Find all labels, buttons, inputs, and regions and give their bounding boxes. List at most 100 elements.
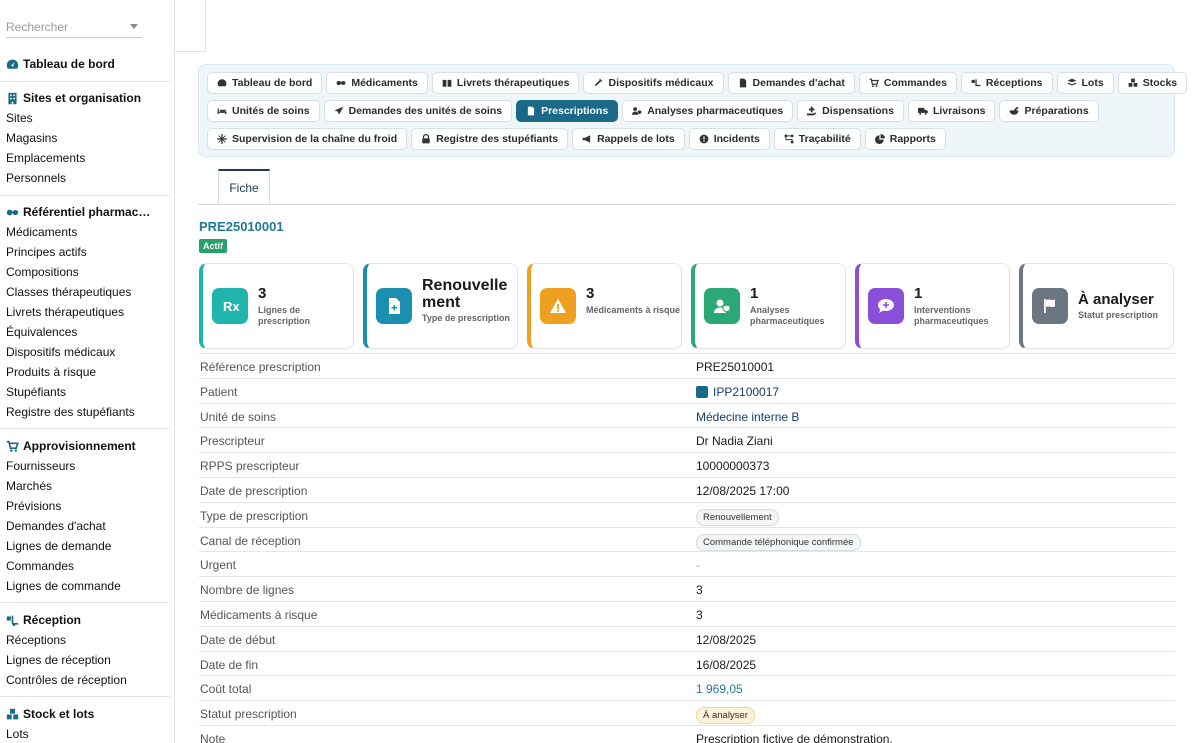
nav-dispositifs-medicaux[interactable]: Dispositifs médicaux bbox=[583, 72, 724, 94]
detail-row: Coût total 1 969,05 bbox=[199, 675, 1175, 700]
paper-plane-icon bbox=[334, 106, 343, 115]
kpi-card-statut: À analyser Statut prescription bbox=[1019, 263, 1174, 349]
cart-icon bbox=[6, 440, 19, 452]
bullhorn-icon bbox=[582, 135, 591, 143]
nav-rapports[interactable]: Rapports bbox=[864, 128, 946, 150]
sidebar-section-approvisionnement[interactable]: Approvisionnement bbox=[0, 437, 174, 455]
nav-supervision-chaine-froid[interactable]: Supervision de la chaîne du froid bbox=[207, 128, 408, 150]
sidebar-item-lots[interactable]: Lots bbox=[0, 724, 174, 743]
sidebar-item-produits-risque[interactable]: Produits à risque bbox=[0, 362, 174, 382]
sidebar-item-lignes-commande[interactable]: Lignes de commande bbox=[0, 576, 174, 596]
sidebar-item-equivalences[interactable]: Équivalences bbox=[0, 322, 174, 342]
detail-date-fin: 16/08/2025 bbox=[696, 657, 757, 672]
gauge-icon bbox=[6, 59, 19, 69]
sidebar-item-lignes-demande[interactable]: Lignes de demande bbox=[0, 536, 174, 556]
sidebar-item-previsions[interactable]: Prévisions bbox=[0, 496, 174, 516]
chevron-down-icon[interactable] bbox=[130, 24, 138, 29]
rx-icon: Rx bbox=[212, 288, 248, 324]
sidebar-item-demandes-achat[interactable]: Demandes d'achat bbox=[0, 516, 174, 536]
sidebar-divider bbox=[0, 428, 170, 429]
kpi-value: Renouvellement bbox=[422, 277, 508, 311]
sidebar-item-lignes-reception[interactable]: Lignes de réception bbox=[0, 650, 174, 670]
canal-badge: Commande téléphonique confirmée bbox=[696, 533, 861, 551]
kpi-card-interventions: 1 Interventions pharmaceutiques bbox=[855, 263, 1010, 349]
sidebar-item-dashboard[interactable]: Tableau de bord bbox=[0, 55, 174, 73]
nav-commandes[interactable]: Commandes bbox=[858, 72, 957, 94]
user-shield-icon bbox=[632, 107, 642, 115]
sidebar-section-sites[interactable]: Sites et organisation bbox=[0, 89, 174, 107]
status-badge: Actif bbox=[199, 239, 227, 253]
chart-pie-icon bbox=[874, 134, 885, 144]
detail-row: Date de début 12/08/2025 bbox=[199, 625, 1175, 651]
sidebar-item-dispositifs-medicaux[interactable]: Dispositifs médicaux bbox=[0, 342, 174, 362]
detail-row: Urgent - bbox=[199, 551, 1175, 576]
detail-row: Médicaments à risque 3 bbox=[199, 600, 1175, 626]
nav-analyses-pharmaceutiques[interactable]: Analyses pharmaceutiques bbox=[622, 100, 794, 122]
kpi-card-analyses: 1 Analyses pharmaceutiques bbox=[691, 263, 846, 349]
detail-medicaments-risque: 3 bbox=[696, 607, 703, 622]
kpi-value: 3 bbox=[258, 285, 267, 302]
nav-stocks[interactable]: Stocks bbox=[1117, 72, 1188, 94]
pills-icon bbox=[336, 80, 346, 86]
nav-rappels-lots[interactable]: Rappels de lots bbox=[572, 128, 685, 150]
truck-loading-icon bbox=[971, 79, 981, 87]
nav-tableau-de-bord[interactable]: Tableau de bord bbox=[207, 72, 323, 94]
sidebar-item-sites[interactable]: Sites bbox=[0, 108, 174, 128]
nav-lots[interactable]: Lots bbox=[1056, 72, 1114, 94]
sidebar-item-marches[interactable]: Marchés bbox=[0, 476, 174, 496]
sidebar-section-stock-lots[interactable]: Stock et lots bbox=[0, 705, 174, 723]
sidebar-item-magasins[interactable]: Magasins bbox=[0, 128, 174, 148]
nav-livrets-therapeutiques[interactable]: Livrets thérapeutiques bbox=[431, 72, 580, 94]
detail-row: Patient IPP2100017 bbox=[199, 377, 1175, 403]
nav-unites-de-soins[interactable]: Unités de soins bbox=[207, 100, 320, 122]
cart-icon bbox=[869, 78, 879, 88]
kpi-label: Médicaments à risque bbox=[586, 305, 681, 315]
module-nav-panel: Tableau de bord Médicaments Livrets thér… bbox=[198, 64, 1188, 157]
detail-row: RPPS prescripteur 10000000373 bbox=[199, 452, 1175, 477]
sidebar-item-compositions[interactable]: Compositions bbox=[0, 262, 174, 282]
sidebar-item-stupefiants[interactable]: Stupéfiants bbox=[0, 382, 174, 402]
sidebar-section-referentiel[interactable]: Référentiel pharmac… bbox=[0, 203, 174, 221]
pills-icon bbox=[6, 209, 19, 215]
sidebar-item-controles-reception[interactable]: Contrôles de réception bbox=[0, 670, 174, 690]
patient-link[interactable]: IPP2100017 bbox=[696, 385, 779, 399]
unite-soins-link[interactable]: Médecine interne B bbox=[696, 410, 799, 424]
nav-receptions[interactable]: Réceptions bbox=[960, 72, 1053, 94]
sidebar-search-select[interactable]: Rechercher bbox=[6, 14, 142, 38]
nav-preparations[interactable]: Préparations bbox=[999, 100, 1099, 122]
nav-registre-stupefiants[interactable]: Registre des stupéfiants bbox=[411, 128, 569, 150]
nav-prescriptions[interactable]: Prescriptions bbox=[516, 100, 619, 122]
nav-demandes-unites-soins[interactable]: Demandes des unités de soins bbox=[323, 100, 513, 122]
detail-row: Note Prescription fictive de démonstratio… bbox=[199, 724, 1175, 743]
sidebar-item-classes-therapeutiques[interactable]: Classes thérapeutiques bbox=[0, 282, 174, 302]
detail-reference: PRE25010001 bbox=[696, 360, 775, 374]
sidebar-item-personnels[interactable]: Personnels bbox=[0, 168, 174, 188]
sidebar-item-commandes[interactable]: Commandes bbox=[0, 556, 174, 576]
detail-row: Date de prescription 12/08/2025 17:00 bbox=[199, 476, 1175, 502]
nav-incidents[interactable]: Incidents bbox=[688, 128, 770, 150]
sidebar-item-medicaments[interactable]: Médicaments bbox=[0, 222, 174, 242]
detail-note: Prescription fictive de démonstration. bbox=[696, 731, 893, 743]
warning-icon bbox=[540, 288, 576, 324]
sidebar-item-emplacements[interactable]: Emplacements bbox=[0, 148, 174, 168]
sidebar-item-fournisseurs[interactable]: Fournisseurs bbox=[0, 456, 174, 476]
sidebar-section-reception[interactable]: Réception bbox=[0, 611, 174, 629]
sidebar-divider bbox=[0, 81, 170, 82]
snowflake-icon bbox=[217, 134, 227, 144]
nav-dispensations[interactable]: Dispensations bbox=[797, 100, 904, 122]
sidebar-item-livrets-therapeutiques[interactable]: Livrets thérapeutiques bbox=[0, 302, 174, 322]
nav-livraisons[interactable]: Livraisons bbox=[907, 100, 996, 122]
sidebar-item-registre-stupefiants[interactable]: Registre des stupéfiants bbox=[0, 402, 174, 422]
detail-row: Canal de réception Commande téléphonique … bbox=[199, 526, 1175, 552]
truck-icon bbox=[917, 107, 928, 115]
sidebar-divider bbox=[0, 696, 170, 697]
sidebar-item-principes-actifs[interactable]: Principes actifs bbox=[0, 242, 174, 262]
kpi-label: Lignes de prescription bbox=[258, 305, 311, 326]
nav-demandes-achat[interactable]: Demandes d'achat bbox=[727, 72, 855, 94]
sidebar-item-receptions[interactable]: Réceptions bbox=[0, 630, 174, 650]
nav-medicaments[interactable]: Médicaments bbox=[326, 72, 428, 94]
svg-text:Rx: Rx bbox=[223, 299, 239, 314]
nav-tracabilite[interactable]: Traçabilité bbox=[773, 128, 861, 150]
tab-fiche[interactable]: Fiche bbox=[218, 169, 270, 205]
patient-card-icon bbox=[696, 385, 708, 398]
